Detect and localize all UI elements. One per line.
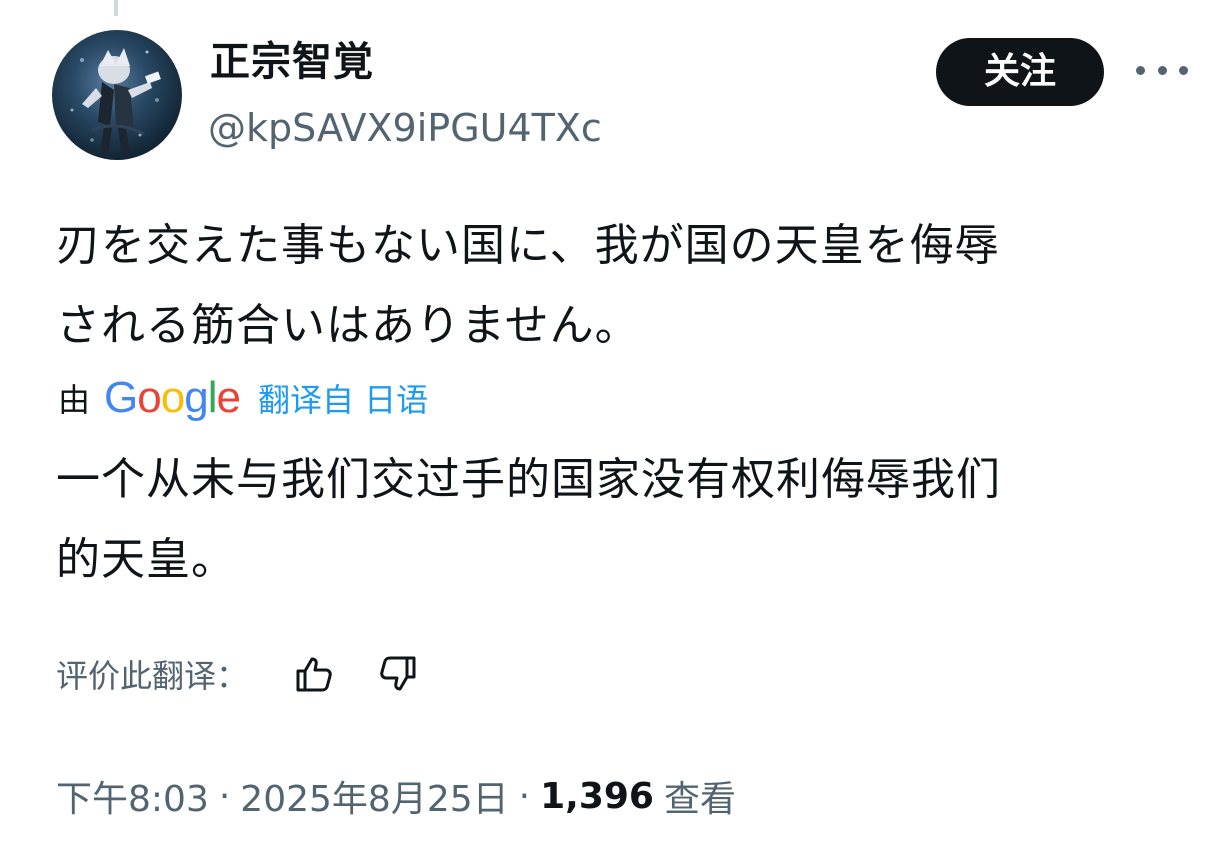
tweet-text: 刃を交えた事もない国に、我が国の天皇を侮辱 される筋合いはありません。 (56, 206, 1196, 366)
translated-from-link[interactable]: 翻译自 日语 (258, 375, 428, 421)
thread-connector-line (114, 0, 118, 16)
translated-by-label: 由 (58, 381, 91, 419)
tweet-meta: 下午8:03 · 2025年8月25日 · 1,396 查看 (56, 768, 736, 824)
avatar[interactable] (52, 30, 182, 160)
translation-text: 一个从未与我们交过手的国家没有权利侮辱我们 的天皇。 (56, 440, 1196, 600)
translation-text-line: 一个从未与我们交过手的国家没有权利侮辱我们 (56, 454, 1001, 505)
tweet-text-line: 刃を交えた事もない国に、我が国の天皇を侮辱 (56, 220, 1000, 271)
thumbs-up-icon[interactable] (290, 650, 338, 698)
rate-translation-label: 评价此翻译： (56, 657, 249, 695)
more-horizontal-icon (1157, 65, 1167, 75)
more-horizontal-icon (1136, 65, 1145, 75)
tweet-date[interactable]: 2025年8月25日 (240, 770, 508, 822)
meta-separator: · (518, 775, 531, 817)
author-display-name[interactable]: 正宗智覚 (210, 36, 374, 88)
thumbs-down-icon[interactable] (374, 650, 422, 698)
meta-separator: · (218, 775, 231, 817)
author-handle[interactable]: @kpSAVX9iPGU4TXc (208, 104, 602, 152)
rate-translation-row: 评价此翻译： (56, 646, 458, 702)
tweet-text-line: される筋合いはありません。 (56, 300, 640, 351)
anime-character-avatar-icon (70, 48, 161, 154)
views-label: 查看 (663, 779, 736, 820)
google-logo: Google (104, 373, 241, 422)
translation-attribution: 由 Google 翻译自 日语 (58, 370, 428, 426)
tweet-time[interactable]: 下午8:03 (56, 770, 209, 822)
more-options-button[interactable] (1136, 58, 1188, 82)
views-count: 1,396 (540, 775, 654, 817)
translation-text-line: 的天皇。 (56, 534, 236, 585)
follow-button[interactable]: 关注 (936, 38, 1104, 106)
more-horizontal-icon (1179, 65, 1188, 75)
